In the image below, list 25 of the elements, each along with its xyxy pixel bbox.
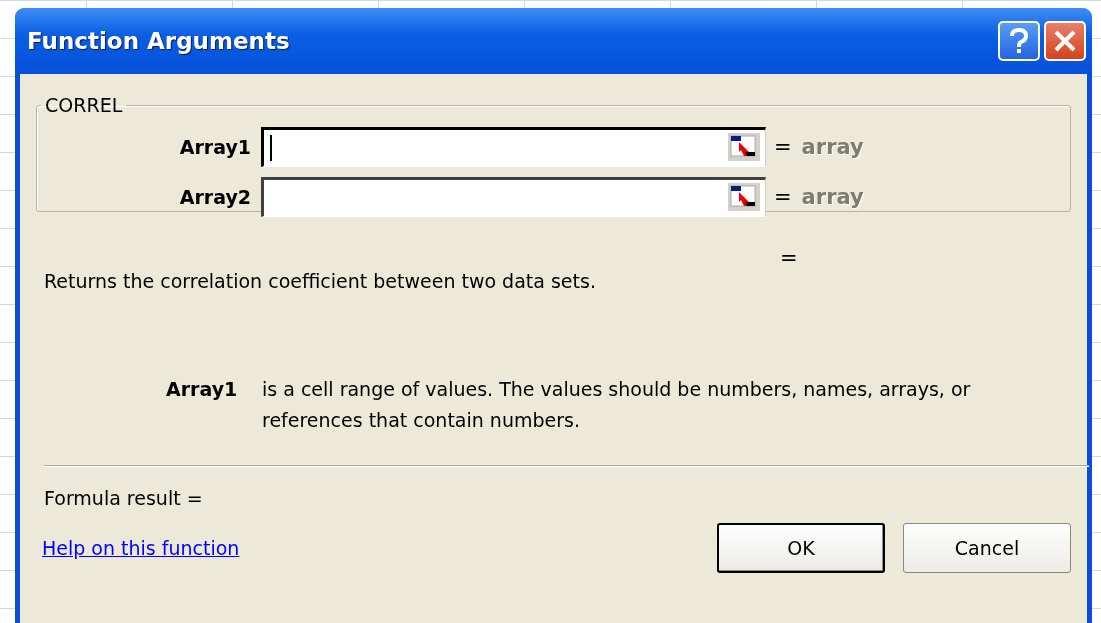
argument-result: array (801, 135, 864, 159)
collapse-dialog-icon[interactable] (727, 132, 761, 162)
total-result: = (780, 246, 798, 270)
function-name: CORREL (44, 94, 124, 116)
input-field[interactable] (261, 127, 766, 167)
help-button[interactable] (998, 21, 1040, 61)
equals-sign: = (774, 135, 792, 159)
input-field[interactable] (261, 177, 766, 217)
formula-result: Formula result = (44, 487, 204, 509)
close-button[interactable] (1044, 21, 1086, 61)
argument-label: Array1 (178, 136, 252, 158)
function-description: Returns the correlation coefficient between two data sets. (44, 270, 597, 292)
cancel-button[interactable]: Cancel (903, 523, 1071, 573)
collapse-dialog-icon[interactable] (727, 182, 761, 212)
argument-label: Array2 (178, 186, 252, 208)
close-icon (1053, 29, 1077, 53)
argument-result: array (801, 185, 864, 209)
equals-sign: = (774, 185, 792, 209)
question-mark-icon (1008, 27, 1030, 55)
argument-name: Array1 (166, 377, 239, 402)
ok-button[interactable]: OK (717, 523, 885, 573)
text-cursor (270, 135, 272, 161)
help-link[interactable]: Help on this function (42, 537, 699, 559)
window-title: Function Arguments (27, 28, 291, 54)
argument-description: is a cell range of values. The values should be numbers, names, arrays, or references that contain numbers. (262, 377, 972, 433)
